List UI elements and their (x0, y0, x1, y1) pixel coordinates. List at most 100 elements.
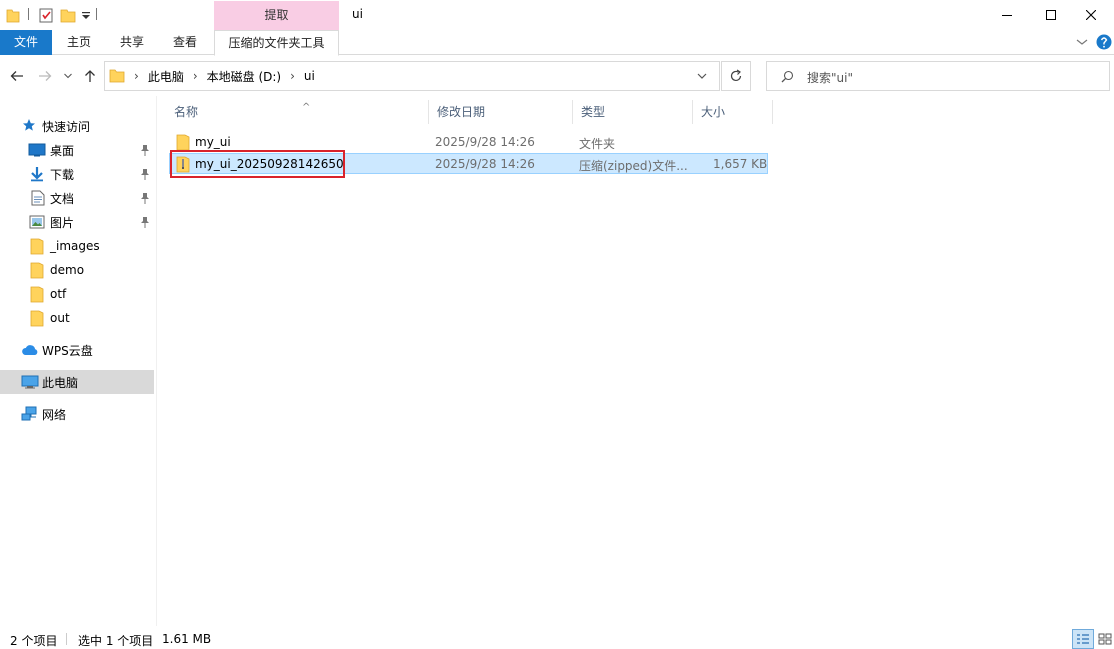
sort-ascending-icon: ^ (302, 102, 311, 113)
minimize-button[interactable] (984, 0, 1030, 30)
nav-documents[interactable]: 文档 (0, 186, 154, 210)
folder-icon (176, 134, 190, 151)
title-bar: 提取 ui (0, 0, 1114, 30)
column-header-date[interactable]: 修改日期 (429, 100, 573, 124)
folder-icon (30, 286, 44, 303)
desktop-icon (28, 143, 46, 157)
close-icon (1086, 10, 1096, 20)
up-button[interactable] (81, 67, 99, 85)
file-list: 名称 ^ 修改日期 类型 大小 my_ui 2025/9/28 14:26 文件… (158, 96, 1114, 626)
arrow-right-icon (39, 71, 52, 81)
star-icon (23, 119, 35, 131)
search-input[interactable]: 搜索"ui" (807, 69, 853, 86)
large-icons-view-button[interactable] (1094, 629, 1114, 649)
column-label: 修改日期 (437, 105, 486, 119)
forward-button[interactable] (36, 67, 54, 85)
nav-folder-out[interactable]: out (0, 306, 154, 330)
chevron-right-icon[interactable]: › (134, 69, 139, 83)
back-button[interactable] (8, 67, 26, 85)
help-icon[interactable] (1096, 34, 1112, 50)
details-view-icon (1077, 634, 1089, 644)
highlight-annotation (170, 150, 345, 178)
breadcrumb-local-disk[interactable]: 本地磁盘 (D:) (207, 68, 281, 85)
recent-locations-button[interactable] (61, 67, 75, 85)
breadcrumb-ui[interactable]: ui (304, 69, 315, 83)
pin-icon (141, 169, 149, 180)
folder-icon (30, 262, 44, 279)
maximize-icon (1046, 10, 1056, 20)
computer-icon (21, 375, 39, 389)
nav-label: 下载 (50, 167, 75, 182)
cloud-icon (22, 345, 38, 355)
network-icon (21, 406, 37, 421)
refresh-icon (730, 69, 742, 82)
address-history-icon[interactable] (697, 73, 707, 80)
context-tab-header: 提取 (214, 1, 339, 30)
nav-label: 文档 (50, 191, 75, 206)
column-label: 类型 (581, 105, 606, 119)
nav-label: 此电脑 (42, 375, 79, 390)
address-bar[interactable]: › 此电脑 › 本地磁盘 (D:) › ui (104, 61, 720, 91)
pane-divider[interactable] (156, 96, 157, 626)
nav-quick-access[interactable]: 快速访问 (0, 114, 154, 138)
file-type: 压缩(zipped)文件... (579, 159, 688, 173)
column-header-type[interactable]: 类型 (573, 100, 693, 124)
large-icons-view-icon (1098, 633, 1112, 645)
nav-downloads[interactable]: 下载 (0, 162, 154, 186)
nav-label: 桌面 (50, 143, 75, 158)
nav-pictures[interactable]: 图片 (0, 210, 154, 234)
chevron-right-icon[interactable]: › (193, 69, 198, 83)
nav-desktop[interactable]: 桌面 (0, 138, 154, 162)
tab-compressed-folder-tools[interactable]: 压缩的文件夹工具 (214, 30, 339, 56)
chevron-down-icon (64, 73, 72, 79)
window-title: ui (352, 7, 363, 21)
nav-folder-demo[interactable]: demo (0, 258, 154, 282)
file-date: 2025/9/28 14:26 (435, 135, 535, 149)
new-folder-icon[interactable] (60, 6, 76, 24)
qa-divider (96, 8, 97, 20)
chevron-right-icon[interactable]: › (290, 69, 295, 83)
qa-divider (28, 8, 29, 20)
file-size: 1,657 KB (713, 157, 768, 171)
search-box[interactable]: 搜索"ui" (766, 61, 1110, 91)
close-button[interactable] (1068, 0, 1114, 30)
file-type: 文件夹 (579, 137, 616, 151)
tab-view[interactable]: 查看 (164, 30, 206, 55)
breadcrumb-this-pc[interactable]: 此电脑 (148, 68, 184, 85)
pictures-icon (29, 215, 45, 229)
nav-label: out (50, 311, 70, 325)
refresh-button[interactable] (721, 61, 751, 91)
tab-share[interactable]: 共享 (111, 30, 153, 55)
document-icon (31, 190, 45, 206)
nav-label: otf (50, 287, 67, 301)
details-view-button[interactable] (1072, 629, 1094, 649)
tab-file[interactable]: 文件 (0, 30, 52, 55)
expand-ribbon-icon[interactable] (1076, 37, 1088, 47)
folder-icon (30, 310, 44, 327)
folder-icon (109, 69, 125, 83)
download-icon (31, 167, 43, 182)
nav-folder-images[interactable]: _images (0, 234, 154, 258)
address-row: › 此电脑 › 本地磁盘 (D:) › ui 搜索"ui" (0, 56, 1114, 96)
pin-icon (141, 217, 149, 228)
file-date: 2025/9/28 14:26 (435, 157, 535, 171)
nav-network[interactable]: 网络 (0, 402, 154, 426)
column-header-size[interactable]: 大小 (693, 100, 773, 124)
properties-icon[interactable] (38, 6, 54, 24)
arrow-up-icon (85, 70, 95, 82)
ribbon-controls (1074, 33, 1114, 53)
search-icon (781, 70, 794, 83)
selection-count: 选中 1 个项目 (78, 634, 154, 648)
tab-home[interactable]: 主页 (58, 30, 100, 55)
folder-icon (6, 9, 20, 23)
customize-toolbar-icon[interactable] (81, 6, 91, 24)
column-label: 大小 (701, 105, 726, 119)
nav-this-pc[interactable]: 此电脑 (0, 370, 154, 394)
breadcrumb: › 此电脑 › 本地磁盘 (D:) › ui (125, 62, 315, 90)
nav-wps-cloud[interactable]: WPS云盘 (0, 338, 154, 362)
arrow-left-icon (10, 71, 23, 81)
nav-folder-otf[interactable]: otf (0, 282, 154, 306)
column-header-name[interactable]: 名称 ^ (166, 100, 429, 124)
nav-label: demo (50, 263, 85, 277)
nav-label: 网络 (42, 407, 67, 422)
